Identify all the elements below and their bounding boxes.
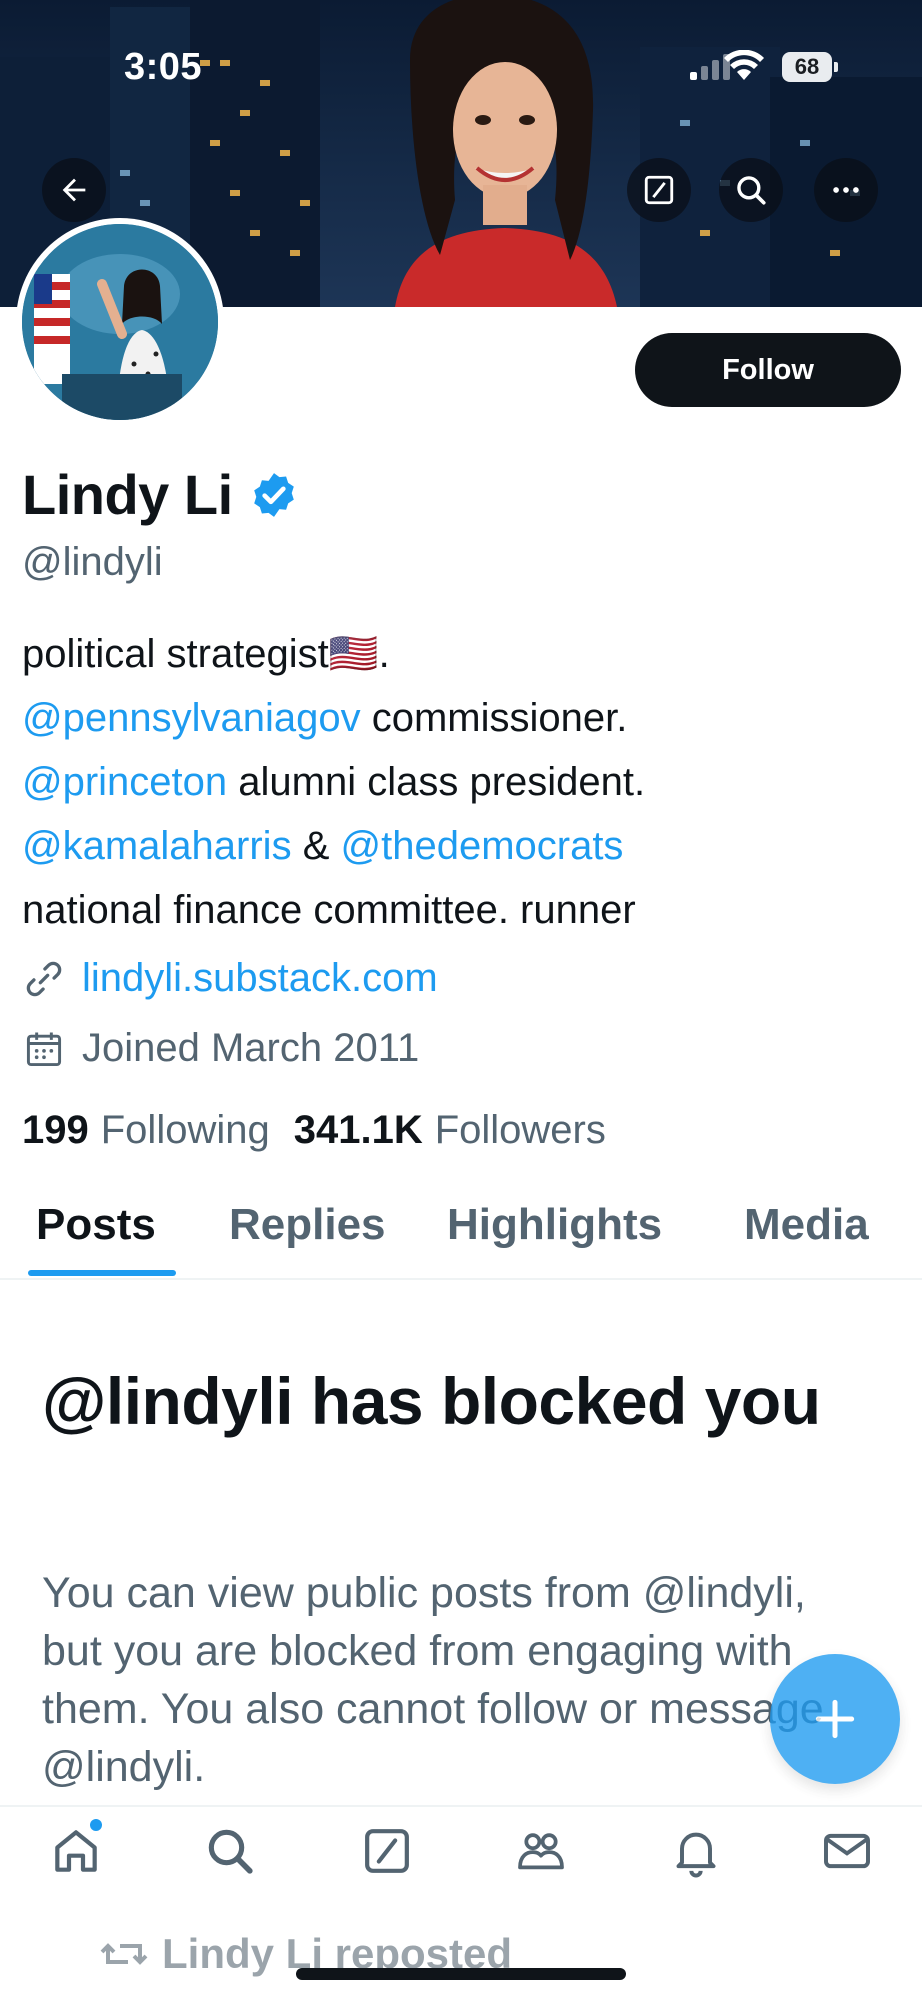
mention-link[interactable]: @pennsylvaniagov (22, 696, 361, 740)
bio-text: national finance committee. runner (22, 888, 636, 932)
nav-grok[interactable] (357, 1821, 417, 1881)
followers-count: 341.1K (293, 1108, 423, 1152)
tab-media[interactable]: Media (744, 1200, 869, 1250)
status-bar: 3:05 68 (0, 40, 922, 90)
profile-bio: political strategist🇺🇸. @pennsylvaniagov… (22, 622, 902, 942)
bio-text: political strategist (22, 632, 329, 676)
nav-messages[interactable] (817, 1821, 877, 1881)
verified-badge-icon[interactable] (249, 470, 299, 520)
notifications-icon (676, 1832, 716, 1878)
active-tab-indicator (28, 1270, 176, 1276)
bio-text: commissioner. (360, 696, 628, 740)
profile-name-row: Lindy Li (22, 462, 299, 527)
tab-posts[interactable]: Posts (36, 1200, 156, 1250)
grok-icon (365, 1829, 409, 1873)
mention-link[interactable]: @princeton (22, 760, 227, 804)
joined-date: Joined March 2011 (82, 1026, 420, 1070)
link-icon (26, 961, 62, 996)
bio-text: alumni class president. (227, 760, 646, 804)
status-time: 3:05 (124, 46, 203, 88)
more-options-button[interactable] (814, 158, 878, 222)
more-icon (833, 187, 859, 193)
back-arrow-icon (62, 178, 86, 202)
back-button[interactable] (42, 158, 106, 222)
joined-row: Joined March 2011 (22, 1026, 419, 1071)
blocked-title: @lindyli has blocked you (42, 1364, 821, 1438)
nav-notifications[interactable] (666, 1821, 726, 1881)
following-count: 199 (22, 1108, 89, 1152)
calendar-icon (26, 1032, 62, 1066)
profile-name: Lindy Li (22, 463, 233, 526)
home-indicator (296, 1968, 626, 1980)
home-notification-dot (90, 1819, 102, 1831)
nav-communities[interactable] (511, 1821, 571, 1881)
nav-search[interactable] (200, 1821, 260, 1881)
avatar-photo (22, 224, 218, 420)
bio-text: . (378, 632, 390, 676)
repost-icon (100, 1943, 148, 1965)
grok-icon (644, 175, 674, 205)
website-link[interactable]: lindyli.substack.com (82, 956, 438, 1001)
bio-text: & (291, 824, 341, 868)
mention-link[interactable]: @thedemocrats (340, 824, 623, 868)
compose-post-button[interactable] (770, 1654, 900, 1784)
search-profile-button[interactable] (719, 158, 783, 222)
search-icon (737, 176, 766, 205)
bottom-nav (0, 1805, 922, 1897)
following-label: Following (100, 1108, 270, 1152)
website-row: lindyli.substack.com (22, 956, 438, 1001)
plus-icon (815, 1699, 855, 1739)
home-icon (55, 1830, 97, 1872)
mention-link[interactable]: @kamalaharris (22, 824, 292, 868)
profile-handle: @lindyli (22, 540, 163, 584)
tab-replies[interactable]: Replies (229, 1200, 386, 1250)
communities-icon (518, 1833, 564, 1870)
us-flag-emoji: 🇺🇸 (328, 632, 379, 676)
follow-button[interactable]: Follow (635, 333, 901, 407)
followers-label: Followers (434, 1108, 606, 1152)
grok-button[interactable] (627, 158, 691, 222)
wifi-icon (724, 50, 764, 80)
follow-counts: 199 Following 341.1K Followers (22, 1108, 630, 1153)
tab-highlights[interactable]: Highlights (447, 1200, 662, 1250)
following-count-link[interactable]: 199 Following (22, 1108, 270, 1153)
messages-icon (824, 1833, 870, 1869)
blocked-message: You can view public posts from @lindyli,… (42, 1569, 824, 1791)
profile-avatar[interactable] (16, 218, 224, 426)
nav-home[interactable] (46, 1819, 106, 1881)
profile-tabs: Posts Replies Highlights Media (0, 1190, 922, 1280)
search-icon (208, 1829, 253, 1874)
followers-count-link[interactable]: 341.1K Followers (294, 1108, 606, 1153)
battery-indicator: 68 (782, 52, 838, 82)
